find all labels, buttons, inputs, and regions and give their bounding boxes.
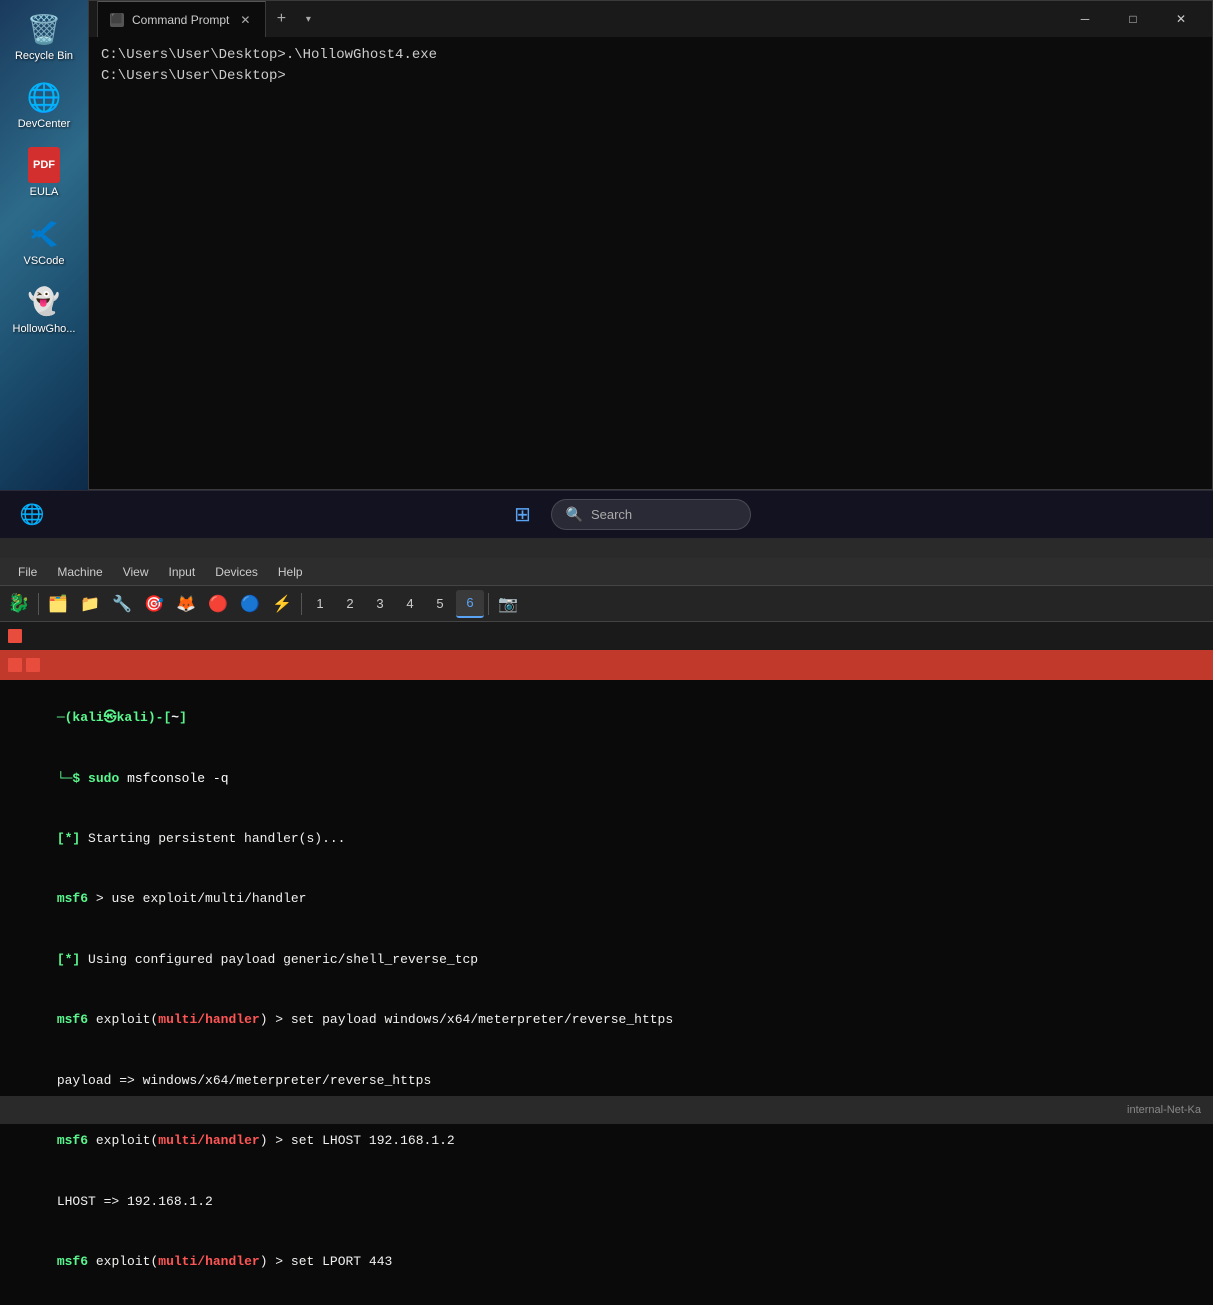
tab-1[interactable]: 1 (306, 590, 334, 618)
recycle-bin-label: Recycle Bin (15, 50, 73, 63)
toolbar-icon-6[interactable]: 🦊 (171, 590, 201, 618)
toolbar-icon-screenshot[interactable]: 📷 (493, 590, 523, 618)
menu-help[interactable]: Help (268, 561, 313, 583)
vbox-toolbar: 🐉 🗂️ 📁 🔧 🎯 🦊 🔴 🔵 ⚡ 1 2 3 4 5 6 📷 (0, 586, 1213, 622)
desktop-icon-vscode[interactable]: VSCode (6, 210, 82, 274)
menu-machine[interactable]: Machine (47, 561, 112, 583)
devcenter-label: DevCenter (18, 118, 71, 131)
terminal-line-10: msf6 exploit(multi/handler) > set LPORT … (10, 1232, 1203, 1292)
toolbar-icon-7[interactable]: 🔴 (203, 590, 233, 618)
start-button[interactable]: ⊞ (503, 495, 543, 535)
kali-terminal[interactable]: ─(kali㉿kali)-[~] └─$ sudo msfconsole -q … (0, 680, 1213, 1305)
status-indicator-1 (8, 629, 22, 643)
search-placeholder: Search (591, 507, 632, 522)
search-icon: 🔍 (566, 506, 583, 523)
menu-view[interactable]: View (113, 561, 159, 583)
desktop-icon-recycle-bin[interactable]: 🗑️ Recycle Bin (6, 5, 82, 69)
status-indicator-3 (26, 658, 40, 672)
cmd-tab-close-button[interactable]: ✕ (237, 12, 253, 28)
tab-4[interactable]: 4 (396, 590, 424, 618)
terminal-line-4: msf6 > use exploit/multi/handler (10, 869, 1203, 929)
vbox-menubar: File Machine View Input Devices Help (0, 558, 1213, 586)
toolbar-icon-8[interactable]: 🔵 (235, 590, 265, 618)
eula-label: EULA (30, 186, 59, 199)
cmd-line-1: C:\Users\User\Desktop>.\HollowGhost4.exe (101, 45, 1200, 66)
taskbar-center: ⊞ 🔍 Search (503, 495, 751, 535)
windows-logo-icon: ⊞ (514, 502, 531, 527)
vm-header-bar: internal-Net-Ka (0, 1096, 1213, 1124)
search-bar[interactable]: 🔍 Search (551, 499, 751, 530)
toolbar-icon-4[interactable]: 🔧 (107, 590, 137, 618)
minimize-button[interactable]: ─ (1062, 4, 1108, 34)
cmd-window: ⬛ Command Prompt ✕ + ▾ ─ □ ✕ C:\Users\Us… (88, 0, 1213, 490)
vm-status-bar (0, 622, 1213, 650)
toolbar-icon-9[interactable]: ⚡ (267, 590, 297, 618)
new-tab-button[interactable]: + (266, 4, 296, 34)
terminal-line-5: [*] Using configured payload generic/she… (10, 930, 1203, 990)
desktop: 🗑️ Recycle Bin 🌐 DevCenter PDF EULA VSCo… (0, 0, 88, 490)
close-button[interactable]: ✕ (1158, 4, 1204, 34)
browser-icon: 🌐 (20, 502, 45, 527)
window-controls: ─ □ ✕ (1062, 4, 1204, 34)
toolbar-icon-3[interactable]: 📁 (75, 590, 105, 618)
pdf-icon: PDF (26, 147, 62, 183)
devcenter-icon: 🌐 (26, 79, 62, 115)
taskbar-browser-icon[interactable]: 🌐 (12, 495, 52, 535)
vm-red-bar (0, 650, 1213, 680)
cmd-tab-icon: ⬛ (110, 13, 124, 27)
desktop-icon-eula[interactable]: PDF EULA (6, 141, 82, 205)
terminal-line-3: [*] Starting persistent handler(s)... (10, 809, 1203, 869)
menu-input[interactable]: Input (159, 561, 206, 583)
terminal-line-9: LHOST => 192.168.1.2 (10, 1171, 1203, 1231)
menu-file[interactable]: File (8, 561, 47, 583)
tab-3[interactable]: 3 (366, 590, 394, 618)
ghost-icon: 👻 (26, 284, 62, 320)
vscode-label: VSCode (24, 255, 65, 268)
toolbar-sep-3 (488, 593, 489, 615)
taskbar: 🌐 ⊞ 🔍 Search (0, 490, 1213, 538)
cmd-titlebar: ⬛ Command Prompt ✕ + ▾ ─ □ ✕ (89, 1, 1212, 37)
terminal-line-11: LPORT => 443 (10, 1292, 1203, 1305)
cmd-tab-title: Command Prompt (132, 13, 229, 27)
tab-dropdown-button[interactable]: ▾ (296, 4, 320, 34)
hollow-ghost-label: HollowGho... (13, 323, 76, 336)
taskbar-left: 🌐 (12, 495, 52, 535)
toolbar-icon-2[interactable]: 🗂️ (43, 590, 73, 618)
vbox-window: internal-Net-Ka File Machine View Input … (0, 558, 1213, 1305)
terminal-line-6: msf6 exploit(multi/handler) > set payloa… (10, 990, 1203, 1050)
toolbar-kali-icon[interactable]: 🐉 (4, 590, 34, 618)
tab-2[interactable]: 2 (336, 590, 364, 618)
terminal-line-1: ─(kali㉿kali)-[~] (10, 688, 1203, 748)
cmd-tab[interactable]: ⬛ Command Prompt ✕ (97, 1, 266, 37)
maximize-button[interactable]: □ (1110, 4, 1156, 34)
status-indicator-2 (8, 658, 22, 672)
cmd-content: C:\Users\User\Desktop>.\HollowGhost4.exe… (89, 37, 1212, 489)
menu-devices[interactable]: Devices (205, 561, 268, 583)
recycle-bin-icon: 🗑️ (26, 11, 62, 47)
desktop-icon-hollow-ghost[interactable]: 👻 HollowGho... (6, 278, 82, 342)
vm-divider (0, 538, 1213, 558)
desktop-icon-devcenter[interactable]: 🌐 DevCenter (6, 73, 82, 137)
toolbar-sep-1 (38, 593, 39, 615)
tab-6[interactable]: 6 (456, 590, 484, 618)
tab-5[interactable]: 5 (426, 590, 454, 618)
toolbar-sep-2 (301, 593, 302, 615)
vscode-icon (26, 216, 62, 252)
vm-name-label: internal-Net-Ka (1127, 1104, 1201, 1116)
cmd-line-2: C:\Users\User\Desktop> (101, 66, 1200, 87)
toolbar-icon-5[interactable]: 🎯 (139, 590, 169, 618)
terminal-line-2: └─$ sudo msfconsole -q (10, 748, 1203, 808)
